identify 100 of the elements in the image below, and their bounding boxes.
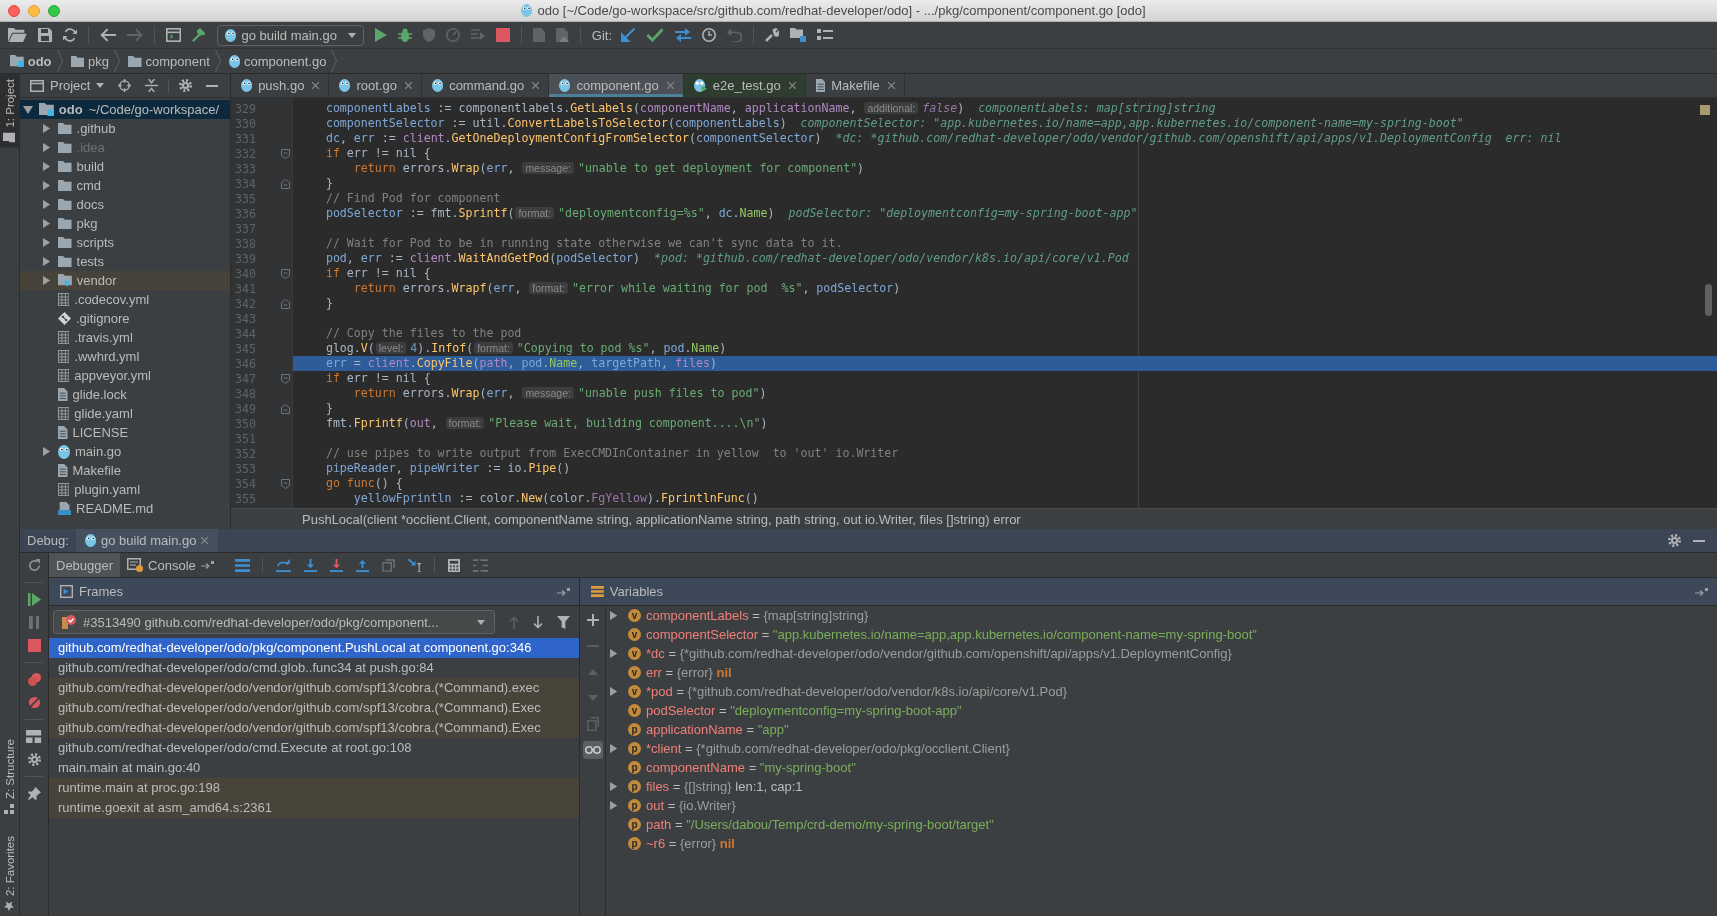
stack-frame[interactable]: runtime.main at proc.go:198 (49, 778, 579, 798)
stop-icon[interactable] (495, 28, 510, 42)
variable-entry[interactable]: componentSelector = "app.kubernetes.io/name=app,app.kubernetes.io/component-name=my-spring-boot" (646, 627, 1257, 642)
editor-tab[interactable]: push.go (231, 74, 330, 97)
save-icon[interactable] (37, 28, 52, 42)
close-icon[interactable] (532, 82, 540, 89)
wrench-icon[interactable] (764, 28, 779, 42)
force-step-into-icon[interactable] (329, 558, 343, 572)
expand-arrow-icon[interactable] (610, 687, 618, 696)
stacked-squares-icon[interactable] (381, 558, 395, 572)
expand-arrow-icon[interactable] (43, 162, 51, 171)
stack-frame[interactable]: runtime.goexit at asm_amd64.s:2361 (49, 798, 579, 818)
stack-frame[interactable]: github.com/redhat-developer/odo/vendor/github.com/spf13/cobra.(*Command).Exec (49, 718, 579, 738)
tree-item-label[interactable]: cmd (76, 178, 102, 193)
variable-entry[interactable]: files = {[]string} len:1, cap:1 (646, 779, 803, 794)
tree-item-label[interactable]: scripts (76, 235, 115, 250)
variable-entry[interactable]: out = {io.Writer} (646, 798, 736, 813)
tree-item-label[interactable]: .codecov.yml (74, 292, 150, 307)
step-over-icon[interactable] (275, 558, 291, 572)
breadcrumb[interactable]: odo (6, 53, 57, 69)
stack-frame[interactable]: github.com/redhat-developer/odo/vendor/github.com/spf13/cobra.(*Command).exec (49, 678, 579, 698)
step-out-icon[interactable] (355, 558, 369, 572)
tree-item-label[interactable]: .gitignore (76, 311, 130, 326)
collapse-all-icon[interactable] (145, 79, 159, 92)
expand-arrow-icon[interactable] (43, 200, 51, 209)
bug-icon[interactable] (397, 28, 412, 42)
editor-tab[interactable]: root.go (329, 74, 422, 97)
expand-arrow-icon[interactable] (43, 143, 51, 152)
editor-tab[interactable]: component.go (549, 74, 684, 97)
clock-icon[interactable] (701, 28, 716, 42)
run-configuration-dropdown[interactable]: go build main.go (217, 24, 364, 46)
tree-item-label[interactable]: Makefile (72, 463, 121, 478)
tree-item-label[interactable]: glide.yaml (74, 406, 133, 421)
run-to-cursor-icon[interactable] (407, 558, 422, 572)
stack-frame[interactable]: github.com/redhat-developer/odo/cmd.Execute at root.go:108 (49, 738, 579, 758)
tree-item-label[interactable]: docs (76, 197, 104, 212)
breadcrumb[interactable]: component (124, 53, 215, 69)
tree-item-label[interactable]: pkg (76, 216, 98, 231)
hammer-icon[interactable] (192, 28, 207, 42)
settings-icon[interactable] (1668, 534, 1681, 547)
tool-window-tab[interactable]: Z: Structure (0, 733, 19, 819)
expand-arrow-icon[interactable] (610, 801, 618, 810)
variable-entry[interactable]: ~r6 = {error} nil (646, 836, 735, 851)
open-folder-icon[interactable] (8, 28, 27, 42)
fold-start-icon[interactable] (281, 478, 290, 489)
thread-dropdown[interactable]: #3513490 github.com/redhat-developer/odo/pkg/component... (53, 610, 495, 634)
zoom-window-button[interactable] (48, 4, 60, 17)
session-tab[interactable]: go build main.go (75, 529, 219, 552)
resume-icon[interactable] (27, 593, 41, 606)
panel-title[interactable]: Project (50, 78, 91, 93)
slashed-circle-icon[interactable] (27, 696, 41, 709)
fold-start-icon[interactable] (281, 268, 290, 279)
step-into-icon[interactable] (303, 558, 317, 572)
fold-end-icon[interactable] (281, 178, 290, 189)
fold-start-icon[interactable] (281, 148, 290, 159)
close-icon[interactable] (887, 82, 895, 89)
tree-item-label[interactable]: build (76, 159, 104, 174)
variable-entry[interactable]: *client = {*github.com/redhat-developer/odo/pkg/occlient.Client} (646, 741, 1010, 756)
fold-end-icon[interactable] (281, 403, 290, 414)
breadcrumb[interactable]: component.go (224, 53, 332, 69)
tree-item-label[interactable]: odo (58, 102, 83, 117)
expand-arrow-icon[interactable] (610, 611, 618, 620)
double-arrow-icon[interactable] (674, 28, 691, 42)
tool-tab[interactable]: Debugger (49, 553, 121, 577)
tree-item-label[interactable]: appveyor.yml (74, 368, 151, 383)
expand-arrow-icon[interactable] (43, 447, 51, 456)
close-window-button[interactable] (8, 4, 20, 17)
calculator-icon[interactable] (447, 558, 460, 572)
close-icon[interactable] (788, 82, 796, 89)
minimize-icon[interactable] (206, 84, 219, 87)
stack-frame[interactable]: github.com/redhat-developer/odo/cmd.glob..func34 at push.go:84 (49, 658, 579, 678)
plus-icon[interactable] (586, 614, 599, 626)
crosshair-icon[interactable] (118, 79, 132, 92)
variable-entry[interactable]: podSelector = "deploymentconfig=my-spring-boot-app" (646, 703, 962, 718)
play-icon[interactable] (374, 28, 387, 42)
breadcrumb[interactable]: pkg (66, 53, 115, 69)
tree-item-label[interactable]: glide.lock (72, 387, 127, 402)
variable-entry[interactable]: applicationName = "app" (646, 722, 789, 737)
variable-entry[interactable]: componentName = "my-spring-boot" (646, 760, 856, 775)
fold-end-icon[interactable] (281, 298, 290, 309)
expand-arrow-icon[interactable] (610, 649, 618, 658)
close-icon[interactable] (201, 537, 209, 544)
scrollbar-thumb[interactable] (1705, 284, 1712, 316)
expand-arrow-icon[interactable] (43, 219, 51, 228)
variable-entry[interactable]: componentLabels = {map[string]string} (646, 608, 869, 623)
expand-arrow-icon[interactable] (610, 744, 618, 753)
minimize-icon[interactable] (1693, 539, 1705, 542)
editor-tab[interactable]: Makefile (805, 74, 905, 97)
variable-entry[interactable]: err = {error} nil (646, 665, 732, 680)
collapse-arrow-icon[interactable] (23, 105, 33, 114)
tool-window-tab[interactable]: 1: Project (0, 74, 19, 148)
folder-icon[interactable] (789, 28, 806, 42)
tree-item-label[interactable]: .github (76, 121, 116, 136)
variable-entry[interactable]: *dc = {*github.com/redhat-developer/odo/vendor/github.com/openshift/api/apps/v1.DeploymentConfig} (646, 646, 1232, 661)
stack-frame[interactable]: main.main at main.go:40 (49, 758, 579, 778)
tree-row[interactable]: vendor (20, 271, 230, 290)
checkmark-icon[interactable] (646, 28, 664, 42)
fold-start-icon[interactable] (281, 373, 290, 384)
expand-arrow-icon[interactable] (43, 124, 51, 133)
glasses-icon[interactable] (582, 741, 603, 759)
